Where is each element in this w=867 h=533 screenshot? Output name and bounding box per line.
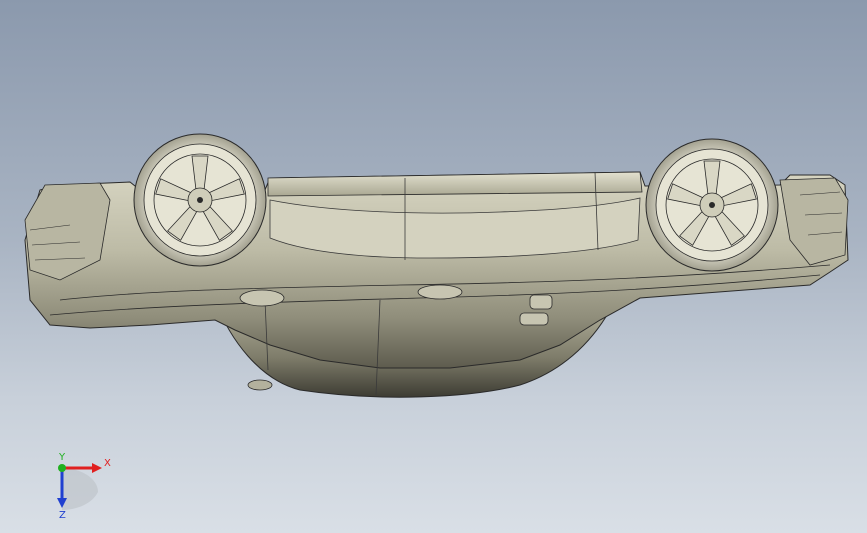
car-model-3d[interactable] <box>0 0 867 533</box>
rear-wheel <box>645 138 779 272</box>
y-axis-dot <box>58 464 66 472</box>
x-axis-label: X <box>104 458 111 469</box>
sill-panel <box>267 171 643 197</box>
graphics-viewport[interactable]: X Y Z <box>0 0 867 533</box>
side-detail <box>519 312 549 326</box>
z-axis-label: Z <box>59 510 66 520</box>
antenna-base <box>247 379 273 391</box>
x-axis-arrow <box>92 463 102 473</box>
orientation-triad: X Y Z <box>57 452 111 520</box>
front-wheel <box>133 133 267 267</box>
door-handle <box>417 284 463 300</box>
y-axis-label: Y <box>58 452 66 463</box>
fuel-cap <box>529 294 553 310</box>
mirror <box>239 289 285 307</box>
